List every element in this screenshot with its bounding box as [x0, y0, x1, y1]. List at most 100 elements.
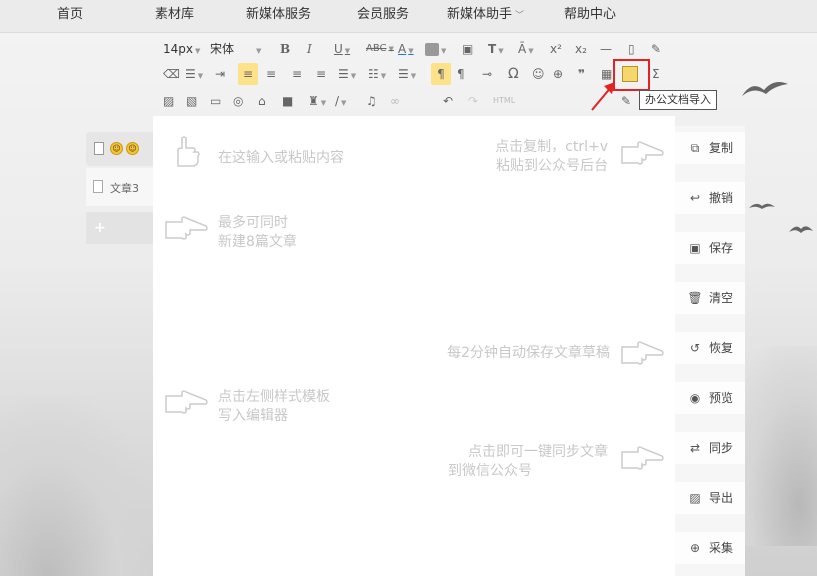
paragraph-spacing-icon[interactable]: ☰ ▼	[398, 65, 416, 83]
export-button[interactable]: ▨ 导出	[675, 482, 745, 514]
emoji-icon[interactable]: ☺	[532, 65, 545, 83]
hint-text: 每2分钟自动保存文章草稿	[447, 345, 610, 361]
document-icon	[94, 142, 104, 155]
background-color-icon[interactable]: ▼	[425, 40, 446, 58]
template-icon[interactable]: ♜ ▼	[308, 92, 326, 110]
edit-icon[interactable]: ✎	[621, 92, 631, 110]
action-label: 撤销	[709, 191, 734, 205]
nav-item-membership[interactable]: 会员服务	[357, 0, 409, 33]
video-icon[interactable]: ■	[282, 92, 293, 110]
multi-image-icon[interactable]: ▧	[186, 92, 197, 110]
list-icon[interactable]: ☷ ▼	[368, 65, 386, 83]
new-page-icon[interactable]: ▯	[628, 40, 635, 58]
chevron-down-icon: ▼	[195, 47, 201, 55]
line-height-icon[interactable]: ☰ ▼	[338, 65, 356, 83]
justify-icon[interactable]: ≡	[316, 65, 326, 83]
quote-icon[interactable]: ❞	[578, 65, 585, 83]
ltr-icon[interactable]: ¶	[431, 63, 451, 85]
redo-icon[interactable]: ↷	[468, 92, 478, 110]
font-size-select[interactable]: 14px ▼	[163, 40, 200, 58]
collect-button[interactable]: ⊕ 采集	[675, 532, 745, 564]
action-label: 预览	[709, 391, 734, 405]
gift-icon[interactable]: ⌂	[258, 92, 266, 110]
omega-icon[interactable]: Ω	[508, 65, 519, 83]
hint-text: 点击即可一键同步文章	[468, 444, 608, 460]
letter-spacing-icon[interactable]: Ā ▼	[518, 40, 534, 58]
edit-source-icon[interactable]: ✎	[651, 40, 661, 58]
plus-icon: +	[94, 220, 106, 236]
restore-button[interactable]: ↺ 恢复	[675, 332, 745, 364]
nav-item-label: 新媒体助手	[447, 7, 513, 22]
action-label: 恢复	[709, 341, 734, 355]
rtl-icon[interactable]: ¶	[457, 65, 465, 83]
text-box-icon[interactable]: ▣	[462, 40, 473, 58]
format-painter-icon[interactable]: ⇥	[215, 65, 225, 83]
font-family-value: 宋体	[210, 42, 235, 56]
indent-icon[interactable]: ☰ ▼	[185, 65, 203, 83]
hand-pointer-icon	[177, 136, 200, 167]
superscript-icon[interactable]: x²	[550, 40, 562, 58]
bird-icon	[789, 226, 813, 233]
bird-icon	[742, 82, 788, 96]
nav-item-new-media-service[interactable]: 新媒体服务	[246, 0, 311, 33]
heading-icon[interactable]: T ▼	[488, 40, 504, 58]
red-arrow-icon	[591, 82, 615, 111]
article-label: 文章3	[110, 182, 139, 195]
chevron-down-icon: ﹀	[515, 11, 525, 21]
hint-text: 点击左侧样式模板	[218, 389, 330, 405]
article-tab-active[interactable]: ☺ ☺	[86, 132, 153, 166]
sync-button[interactable]: ⇄ 同步	[675, 432, 745, 464]
action-label: 采集	[709, 541, 734, 555]
trash-icon: 🗑	[687, 291, 703, 305]
screen-icon[interactable]: ▭	[210, 92, 221, 110]
hand-pointer-icon	[165, 390, 208, 414]
action-label: 同步	[709, 441, 734, 455]
bold-icon[interactable]: B	[280, 40, 290, 58]
italic-icon[interactable]: I	[307, 40, 312, 58]
strikethrough-icon[interactable]: ABC ▼	[366, 40, 394, 58]
search-icon[interactable]: ⊕	[553, 65, 563, 83]
align-left-icon[interactable]: ≡	[238, 63, 258, 85]
font-color-icon[interactable]: A ▼	[398, 40, 414, 58]
article-tab[interactable]: 文章3	[86, 168, 153, 206]
nav-item-materials[interactable]: 素材库	[155, 0, 194, 33]
nav-item-home[interactable]: 首页	[57, 0, 83, 33]
undo-button[interactable]: ↩ 撤销	[675, 182, 745, 214]
restore-icon: ↺	[689, 341, 701, 355]
align-right-icon[interactable]: ≡	[292, 65, 302, 83]
undo-icon[interactable]: ↶	[443, 92, 453, 110]
action-label: 复制	[709, 141, 734, 155]
nav-item-label: 会员服务	[357, 7, 410, 22]
nav-item-help[interactable]: 帮助中心	[564, 0, 616, 33]
unlink-icon[interactable]: ∞	[390, 92, 400, 110]
sigma-icon[interactable]: Σ	[652, 65, 660, 83]
subscript-icon[interactable]: x₂	[575, 40, 587, 58]
office-import-icon[interactable]	[622, 66, 638, 82]
copy-button[interactable]: ⧉ 复制	[675, 132, 745, 164]
hand-pointer-icon	[621, 446, 664, 470]
brush-icon[interactable]: / ▼	[335, 92, 346, 110]
horizontal-rule-icon[interactable]: —	[600, 40, 612, 58]
save-button[interactable]: ▣ 保存	[675, 232, 745, 264]
eraser-icon[interactable]: ⌫	[163, 65, 180, 83]
preview-button[interactable]: ◉ 预览	[675, 382, 745, 414]
sync-icon: ⇄	[689, 441, 701, 455]
font-family-select[interactable]: 宋体 ▼	[210, 40, 270, 58]
add-article-button[interactable]: +	[86, 212, 153, 244]
html-toggle[interactable]: HTML	[493, 92, 515, 110]
stamp-icon[interactable]: ◎	[233, 92, 243, 110]
hint-text: 写入编辑器	[218, 408, 288, 424]
hand-pointer-icon	[165, 216, 208, 240]
hint-text: 新建8篇文章	[218, 234, 297, 250]
hint-text: 到微信公众号	[448, 463, 532, 479]
image-icon[interactable]: ▨	[163, 92, 174, 110]
underline-icon[interactable]: U ▼	[334, 40, 350, 58]
nav-item-assistant[interactable]: 新媒体助手 ﹀	[447, 0, 524, 33]
nav-item-label: 帮助中心	[564, 7, 617, 22]
align-center-icon[interactable]: ≡	[266, 65, 276, 83]
nav-item-label: 新媒体服务	[246, 7, 312, 22]
hint-text: 粘贴到公众号后台	[496, 158, 608, 174]
clear-button[interactable]: 🗑 清空	[675, 282, 745, 314]
link-icon[interactable]: ⊸	[482, 65, 492, 83]
music-icon[interactable]: ♫	[366, 92, 377, 110]
